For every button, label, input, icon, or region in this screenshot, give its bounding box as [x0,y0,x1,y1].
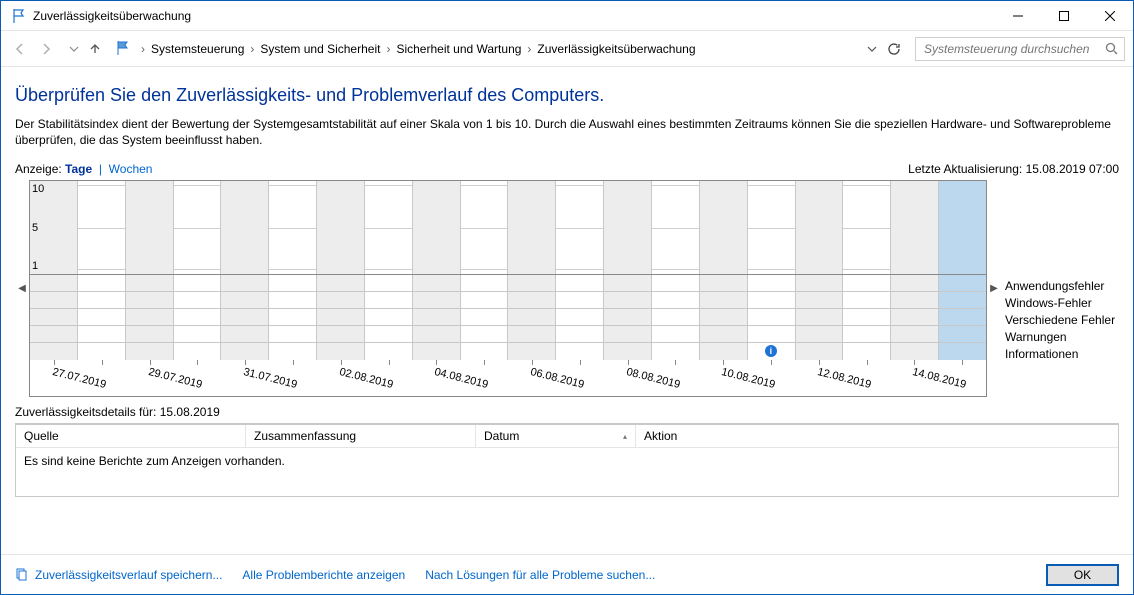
x-axis-label: 12.08.2019 [816,366,872,391]
chart-column[interactable] [412,181,460,274]
column-header-date[interactable]: Datum▴ [476,425,636,447]
chevron-right-icon: › [137,42,149,56]
breadcrumb[interactable]: › Systemsteuerung › System und Sicherhei… [137,40,857,58]
scroll-left-button[interactable]: ◀ [15,180,29,397]
column-header-summary[interactable]: Zusammenfassung [246,425,476,447]
view-days-link[interactable]: Tage [65,162,92,176]
page-description: Der Stabilitätsindex dient der Bewertung… [15,116,1119,148]
breadcrumb-item[interactable]: Systemsteuerung [149,40,246,58]
chart-column[interactable] [890,181,938,274]
row-label: Warnungen [1005,329,1119,346]
y-label: 5 [32,222,44,234]
minimize-button[interactable] [995,1,1041,31]
empty-message: Es sind keine Berichte zum Anzeigen vorh… [16,448,1118,496]
breadcrumb-dropdown[interactable] [867,44,877,54]
row-label: Anwendungsfehler [1005,278,1119,295]
chart-column[interactable] [795,181,843,274]
x-axis-label: 06.08.2019 [529,366,585,391]
breadcrumb-item[interactable]: System und Sicherheit [258,40,382,58]
breadcrumb-item[interactable]: Zuverlässigkeitsüberwachung [535,40,697,58]
close-button[interactable] [1087,1,1133,31]
breadcrumb-item[interactable]: Sicherheit und Wartung [394,40,523,58]
search-field[interactable] [922,41,1105,57]
reliability-chart[interactable]: 10 5 1 i 27.07.201929.07.201931.07.20190… [29,180,987,397]
chevron-right-icon: › [246,42,258,56]
title-bar: Zuverlässigkeitsüberwachung [1,1,1133,31]
history-dropdown[interactable] [69,44,79,54]
ok-button[interactable]: OK [1046,564,1119,586]
maximize-button[interactable] [1041,1,1087,31]
chart-column[interactable] [125,181,173,274]
back-button[interactable] [7,37,31,61]
x-axis-label: 02.08.2019 [338,366,394,391]
details-title: Zuverlässigkeitsdetails für: 15.08.2019 [15,405,1119,419]
forward-button[interactable] [35,37,59,61]
search-input[interactable] [915,37,1125,61]
chart-column[interactable] [555,181,603,274]
up-button[interactable] [83,37,107,61]
details-table: Quelle Zusammenfassung Datum▴ Aktion Es … [15,423,1119,497]
x-axis-label: 31.07.2019 [242,366,298,391]
chart-column[interactable] [507,181,555,274]
search-icon [1105,42,1118,55]
refresh-button[interactable] [887,42,901,56]
chart-column[interactable] [268,181,316,274]
row-label: Verschiedene Fehler [1005,312,1119,329]
view-label: Anzeige: [15,162,62,176]
y-label: 10 [32,183,44,195]
page-title: Überprüfen Sie den Zuverlässigkeits- und… [15,85,1119,106]
chart-column[interactable] [699,181,747,274]
flag-icon [11,8,27,24]
flag-icon [115,40,133,58]
last-update: Letzte Aktualisierung: 15.08.2019 07:00 [908,162,1119,176]
save-history-link[interactable]: Zuverlässigkeitsverlauf speichern... [15,568,222,582]
sort-indicator-icon: ▴ [623,432,627,441]
column-header-source[interactable]: Quelle [16,425,246,447]
window-title: Zuverlässigkeitsüberwachung [33,9,995,23]
chart-column[interactable] [77,181,125,274]
view-weeks-link[interactable]: Wochen [109,162,153,176]
x-axis-label: 08.08.2019 [625,366,681,391]
y-label: 1 [32,260,44,272]
chart-column[interactable] [842,181,890,274]
view-all-reports-link[interactable]: Alle Problemberichte anzeigen [242,568,405,582]
nav-bar: › Systemsteuerung › System und Sicherhei… [1,31,1133,67]
row-label: Windows-Fehler [1005,295,1119,312]
chart-column[interactable] [316,181,364,274]
row-label: Informationen [1005,346,1119,363]
chart-column[interactable] [364,181,412,274]
view-selector: Anzeige: Tage | Wochen [15,162,152,176]
chart-column[interactable] [220,181,268,274]
x-axis-label: 14.08.2019 [911,366,967,391]
chart-column[interactable] [938,181,986,274]
chart-column[interactable] [173,181,221,274]
x-axis-label: 04.08.2019 [433,366,489,391]
chevron-right-icon: › [523,42,535,56]
chart-column[interactable] [651,181,699,274]
x-axis-label: 10.08.2019 [720,366,776,391]
scroll-right-button[interactable]: ▶ [987,180,1001,397]
column-header-action[interactable]: Aktion [636,425,1118,447]
chart-column[interactable] [460,181,508,274]
search-solutions-link[interactable]: Nach Lösungen für alle Probleme suchen..… [425,568,655,582]
chart-column[interactable] [747,181,795,274]
x-axis-label: 29.07.2019 [147,366,203,391]
x-axis-label: 27.07.2019 [51,366,107,391]
chart-column[interactable] [603,181,651,274]
chevron-right-icon: › [382,42,394,56]
save-icon [15,568,29,582]
